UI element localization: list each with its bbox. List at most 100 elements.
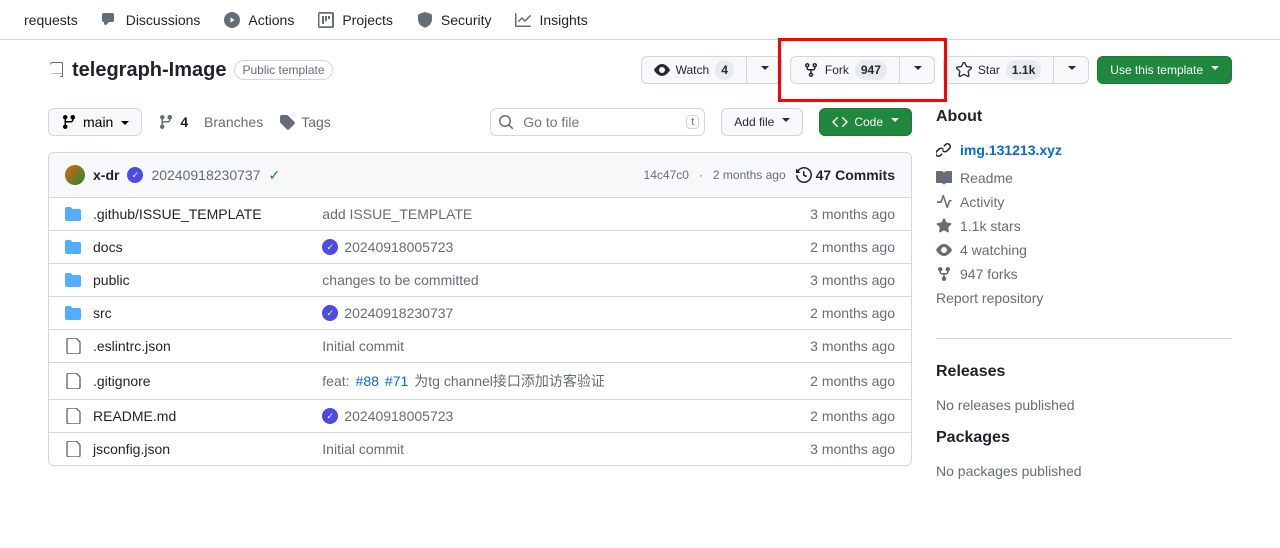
commit-msg-link[interactable]: 20240918005723 [344, 408, 453, 424]
about-item[interactable]: 1.1k stars [936, 218, 1232, 234]
repo-name[interactable]: telegraph-Image [72, 59, 226, 82]
about-item[interactable]: 4 watching [936, 242, 1232, 258]
releases-section: Releases No releases published [936, 363, 1232, 429]
fork-button[interactable]: Fork 947 [790, 56, 900, 84]
releases-empty-text: No releases published [936, 397, 1232, 413]
repo-url-link[interactable]: img.131213.xyz [936, 142, 1232, 158]
star-count: 1.1k [1006, 60, 1041, 80]
file-name-link[interactable]: README.md [93, 408, 176, 424]
sidebar-item-icon [936, 266, 952, 282]
commit-sha[interactable]: 14c47c0 [644, 168, 689, 182]
file-name-link[interactable]: .eslintrc.json [93, 338, 171, 354]
fork-icon [803, 62, 819, 78]
watch-button[interactable]: Watch 4 [641, 56, 747, 84]
repo-template-icon [48, 62, 64, 78]
file-date: 3 months ago [755, 272, 895, 288]
security-icon [417, 12, 433, 28]
folder-icon [65, 272, 81, 288]
avatar[interactable] [65, 165, 85, 185]
actions-icon [224, 12, 240, 28]
branches-link[interactable]: 4 Branches [158, 114, 263, 130]
file-name-link[interactable]: .gitignore [93, 373, 151, 389]
fork-dropdown[interactable] [900, 56, 935, 84]
check-icon: ✓ [268, 167, 280, 184]
issue-link[interactable]: #71 [385, 373, 408, 389]
sidebar-item-icon [936, 218, 952, 234]
commit-msg-link[interactable]: Initial commit [322, 441, 404, 457]
sidebar-item-icon [936, 170, 952, 186]
discussions-icon [102, 12, 118, 28]
star-dropdown[interactable] [1054, 56, 1089, 84]
watch-dropdown[interactable] [747, 56, 782, 84]
sidebar-item-icon [936, 242, 952, 258]
commit-author[interactable]: x-dr [93, 167, 119, 183]
report-repository-link[interactable]: Report repository [936, 290, 1232, 306]
commits-link[interactable]: 47 Commits [796, 167, 895, 183]
nav-security[interactable]: Security [409, 12, 500, 28]
packages-section: Packages No packages published [936, 429, 1232, 495]
file-date: 2 months ago [755, 239, 895, 255]
commit-msg-link[interactable]: 20240918230737 [344, 305, 453, 321]
nav-insights[interactable]: Insights [507, 12, 595, 28]
file-row: README.md 20240918005723 2 months ago [49, 400, 911, 433]
file-search-input[interactable] [490, 108, 705, 136]
link-icon [936, 142, 952, 158]
sidebar-item-icon [936, 194, 952, 210]
file-row: .eslintrc.jsonInitial commit3 months ago [49, 330, 911, 363]
file-date: 3 months ago [755, 441, 895, 457]
commit-date: 2 months ago [713, 168, 786, 182]
folder-icon [65, 206, 81, 222]
top-nav: requests Discussions Actions Projects Securi… [0, 0, 1280, 40]
repo-header: telegraph-Image Public template Watch 4 … [48, 40, 1232, 100]
insights-icon [515, 12, 531, 28]
chevron-down-icon [119, 114, 129, 130]
file-icon [65, 338, 81, 354]
file-name-link[interactable]: docs [93, 239, 123, 255]
star-button[interactable]: Star 1.1k [943, 56, 1054, 84]
nav-actions[interactable]: Actions [216, 12, 302, 28]
nav-projects[interactable]: Projects [310, 12, 401, 28]
releases-heading: Releases [936, 363, 1232, 381]
nav-discussions[interactable]: Discussions [94, 12, 209, 28]
file-name-link[interactable]: public [93, 272, 130, 288]
packages-empty-text: No packages published [936, 463, 1232, 479]
branch-icon [61, 114, 77, 130]
code-button[interactable]: Code [819, 108, 912, 136]
code-icon [832, 114, 848, 130]
add-file-button[interactable]: Add file [721, 108, 803, 136]
file-table: x-dr 20240918230737 ✓ 14c47c0 · 2 months… [48, 152, 912, 466]
file-date: 2 months ago [755, 373, 895, 389]
commit-msg-link[interactable]: add ISSUE_TEMPLATE [322, 206, 472, 222]
about-item[interactable]: Activity [936, 194, 1232, 210]
verified-badge-icon [127, 167, 143, 183]
commit-msg-link[interactable]: changes to be committed [322, 272, 478, 288]
file-name-link[interactable]: jsconfig.json [93, 441, 170, 457]
file-row: .github/ISSUE_TEMPLATE add ISSUE_TEMPLATE… [49, 198, 911, 231]
star-icon [956, 62, 972, 78]
file-date: 2 months ago [755, 408, 895, 424]
file-icon [65, 373, 81, 389]
commit-msg-link[interactable]: 为tg channel接口添加访客验证 [414, 371, 605, 391]
folder-icon [65, 239, 81, 255]
commit-message[interactable]: 20240918230737 [151, 167, 260, 183]
file-name-link[interactable]: src [93, 305, 112, 321]
projects-icon [318, 12, 334, 28]
use-template-button[interactable]: Use this template [1097, 56, 1232, 84]
file-row: docs 20240918005723 2 months ago [49, 231, 911, 264]
file-row: .gitignorefeat: #88 #71 为tg channel接口添加访… [49, 363, 911, 400]
commit-msg-link[interactable]: Initial commit [322, 338, 404, 354]
file-name-link[interactable]: .github/ISSUE_TEMPLATE [93, 206, 262, 222]
watch-button-group: Watch 4 [641, 56, 782, 84]
search-icon [498, 114, 514, 130]
latest-commit-row: x-dr 20240918230737 ✓ 14c47c0 · 2 months… [49, 153, 911, 198]
tags-link[interactable]: Tags [279, 114, 331, 130]
issue-link[interactable]: #88 [356, 373, 379, 389]
branch-select-button[interactable]: main [48, 108, 142, 136]
commit-msg-link[interactable]: 20240918005723 [344, 239, 453, 255]
about-item[interactable]: Readme [936, 170, 1232, 186]
about-section: About img.131213.xyz ReadmeActivity1.1k … [936, 108, 1232, 339]
nav-requests[interactable]: requests [16, 12, 86, 28]
fork-count: 947 [855, 60, 887, 80]
watch-count: 4 [715, 60, 734, 80]
about-item[interactable]: 947 forks [936, 266, 1232, 282]
